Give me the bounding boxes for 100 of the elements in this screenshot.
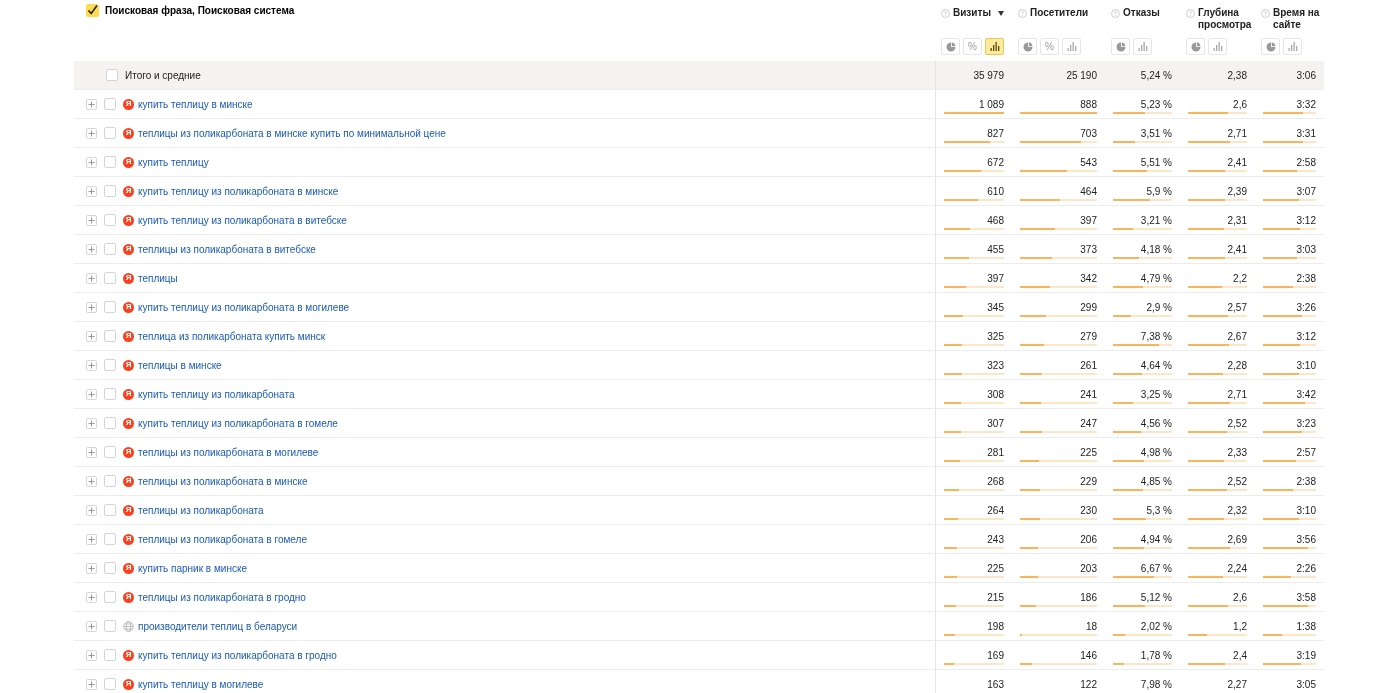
metric-value: 3:23 <box>1296 418 1316 430</box>
search-phrase-link[interactable]: купить теплицу из поликарбоната <box>138 388 295 400</box>
column-header[interactable]: Время на сайте <box>1273 7 1322 31</box>
bar-chart-toggle[interactable] <box>985 38 1004 55</box>
search-phrase-link[interactable]: теплицы из поликарбоната в витебске <box>138 243 316 255</box>
search-phrase-link[interactable]: купить теплицу <box>138 156 209 168</box>
metric-value: 3:03 <box>1296 244 1316 256</box>
row-checkbox[interactable] <box>104 127 116 139</box>
search-phrase-link[interactable]: теплицы из поликарбоната в гомеле <box>138 533 307 545</box>
row-checkbox[interactable] <box>104 214 116 226</box>
expand-button[interactable] <box>86 156 97 168</box>
metric-value: 3:19 <box>1296 650 1316 662</box>
plus-icon <box>88 419 95 427</box>
search-phrase-link[interactable]: теплица из поликарбоната купить минск <box>138 330 326 342</box>
expand-button[interactable] <box>86 562 97 574</box>
row-checkbox[interactable] <box>104 272 116 284</box>
check-icon <box>87 5 98 16</box>
search-phrase-link[interactable]: теплицы из поликарбоната в минске <box>138 475 308 487</box>
search-phrase-link[interactable]: теплицы в минске <box>138 359 222 371</box>
pie-chart-toggle[interactable] <box>1018 38 1037 55</box>
expand-button[interactable] <box>86 533 97 545</box>
search-phrase-link[interactable]: теплицы из поликарбоната в минске купить по минимальной цене <box>138 127 446 139</box>
total-value: 3:06 <box>1296 70 1316 82</box>
help-icon <box>1261 8 1270 18</box>
bar-chart-toggle[interactable] <box>1283 38 1302 55</box>
search-phrase-link[interactable]: купить теплицу из поликарбоната в гродно <box>138 649 337 661</box>
expand-button[interactable] <box>86 591 97 603</box>
search-phrase-link[interactable]: купить теплицу в минске <box>138 98 253 110</box>
row-checkbox[interactable] <box>104 620 116 632</box>
expand-button[interactable] <box>86 678 97 690</box>
bar-chart-toggle[interactable] <box>1133 38 1152 55</box>
column-header[interactable]: Глубина просмотра <box>1198 7 1253 31</box>
expand-button[interactable] <box>86 446 97 458</box>
plus-icon <box>88 187 95 195</box>
row-checkbox[interactable] <box>104 185 116 197</box>
expand-button[interactable] <box>86 388 97 400</box>
row-checkbox[interactable] <box>104 649 116 661</box>
pie-chart-toggle[interactable] <box>1186 38 1205 55</box>
bar-chart-toggle[interactable] <box>1208 38 1227 55</box>
bar-chart-icon <box>989 42 1000 51</box>
search-phrase-link[interactable]: теплицы из поликарбоната в гродно <box>138 591 306 603</box>
search-phrase-link[interactable]: купить теплицу из поликарбоната в минске <box>138 185 339 197</box>
row-checkbox[interactable] <box>104 475 116 487</box>
row-checkbox[interactable] <box>104 98 116 110</box>
row-checkbox[interactable] <box>104 678 116 690</box>
expand-button[interactable] <box>86 504 97 516</box>
row-checkbox[interactable] <box>106 69 118 81</box>
search-engine-logo: Я <box>123 475 134 487</box>
metric-value: 2,2 <box>1233 273 1247 285</box>
pie-chart-toggle[interactable] <box>1261 38 1280 55</box>
metric-value: 6,67 % <box>1140 563 1172 575</box>
search-phrase-link[interactable]: купить теплицу из поликарбоната в витебске <box>138 214 347 226</box>
expand-button[interactable] <box>86 214 97 226</box>
row-checkbox[interactable] <box>104 417 116 429</box>
search-phrase-link[interactable]: производители теплиц в беларуси <box>138 620 298 632</box>
search-phrase-link[interactable]: купить теплицу в могилеве <box>138 678 264 690</box>
metric-value: 2,41 <box>1227 244 1247 256</box>
bar-chart-toggle[interactable] <box>1062 38 1081 55</box>
expand-button[interactable] <box>86 185 97 197</box>
search-phrase-link[interactable]: купить теплицу из поликарбоната в могилеве <box>138 301 350 313</box>
search-phrase-link[interactable]: теплицы из поликарбоната в могилеве <box>138 446 319 458</box>
expand-button[interactable] <box>86 301 97 313</box>
pie-chart-toggle[interactable] <box>1111 38 1130 55</box>
plus-icon <box>88 564 95 572</box>
expand-button[interactable] <box>86 127 97 139</box>
help-icon <box>941 8 950 18</box>
expand-button[interactable] <box>86 620 97 632</box>
metric-value: 2,28 <box>1227 360 1247 372</box>
search-phrase-link[interactable]: купить парник в минске <box>138 562 247 574</box>
column-header[interactable]: Отказы <box>1123 7 1160 19</box>
column-header[interactable]: Посетители <box>1030 7 1089 19</box>
metric-value: 2,67 <box>1227 331 1247 343</box>
row-checkbox[interactable] <box>104 446 116 458</box>
search-phrase-link[interactable]: теплицы <box>138 272 178 284</box>
column-header[interactable]: Визиты <box>953 7 991 19</box>
row-checkbox[interactable] <box>104 504 116 516</box>
metric-value: 1,78 % <box>1140 650 1172 662</box>
row-checkbox[interactable] <box>104 330 116 342</box>
header-checkbox[interactable] <box>86 4 99 17</box>
expand-button[interactable] <box>86 359 97 371</box>
expand-button[interactable] <box>86 649 97 661</box>
search-phrase-link[interactable]: теплицы из поликарбоната <box>138 504 264 516</box>
row-checkbox[interactable] <box>104 388 116 400</box>
expand-button[interactable] <box>86 417 97 429</box>
pie-chart-toggle[interactable] <box>941 38 960 55</box>
expand-button[interactable] <box>86 243 97 255</box>
row-checkbox[interactable] <box>104 301 116 313</box>
row-checkbox[interactable] <box>104 359 116 371</box>
row-checkbox[interactable] <box>104 562 116 574</box>
expand-button[interactable] <box>86 272 97 284</box>
row-checkbox[interactable] <box>104 533 116 545</box>
expand-button[interactable] <box>86 98 97 110</box>
row-checkbox[interactable] <box>104 156 116 168</box>
expand-button[interactable] <box>86 475 97 487</box>
expand-button[interactable] <box>86 330 97 342</box>
metric-value: 4,64 % <box>1140 360 1172 372</box>
row-checkbox[interactable] <box>104 591 116 603</box>
row-checkbox[interactable] <box>104 243 116 255</box>
metric-value: 230 <box>1080 505 1097 517</box>
search-phrase-link[interactable]: купить теплицу из поликарбоната в гомеле <box>138 417 338 429</box>
